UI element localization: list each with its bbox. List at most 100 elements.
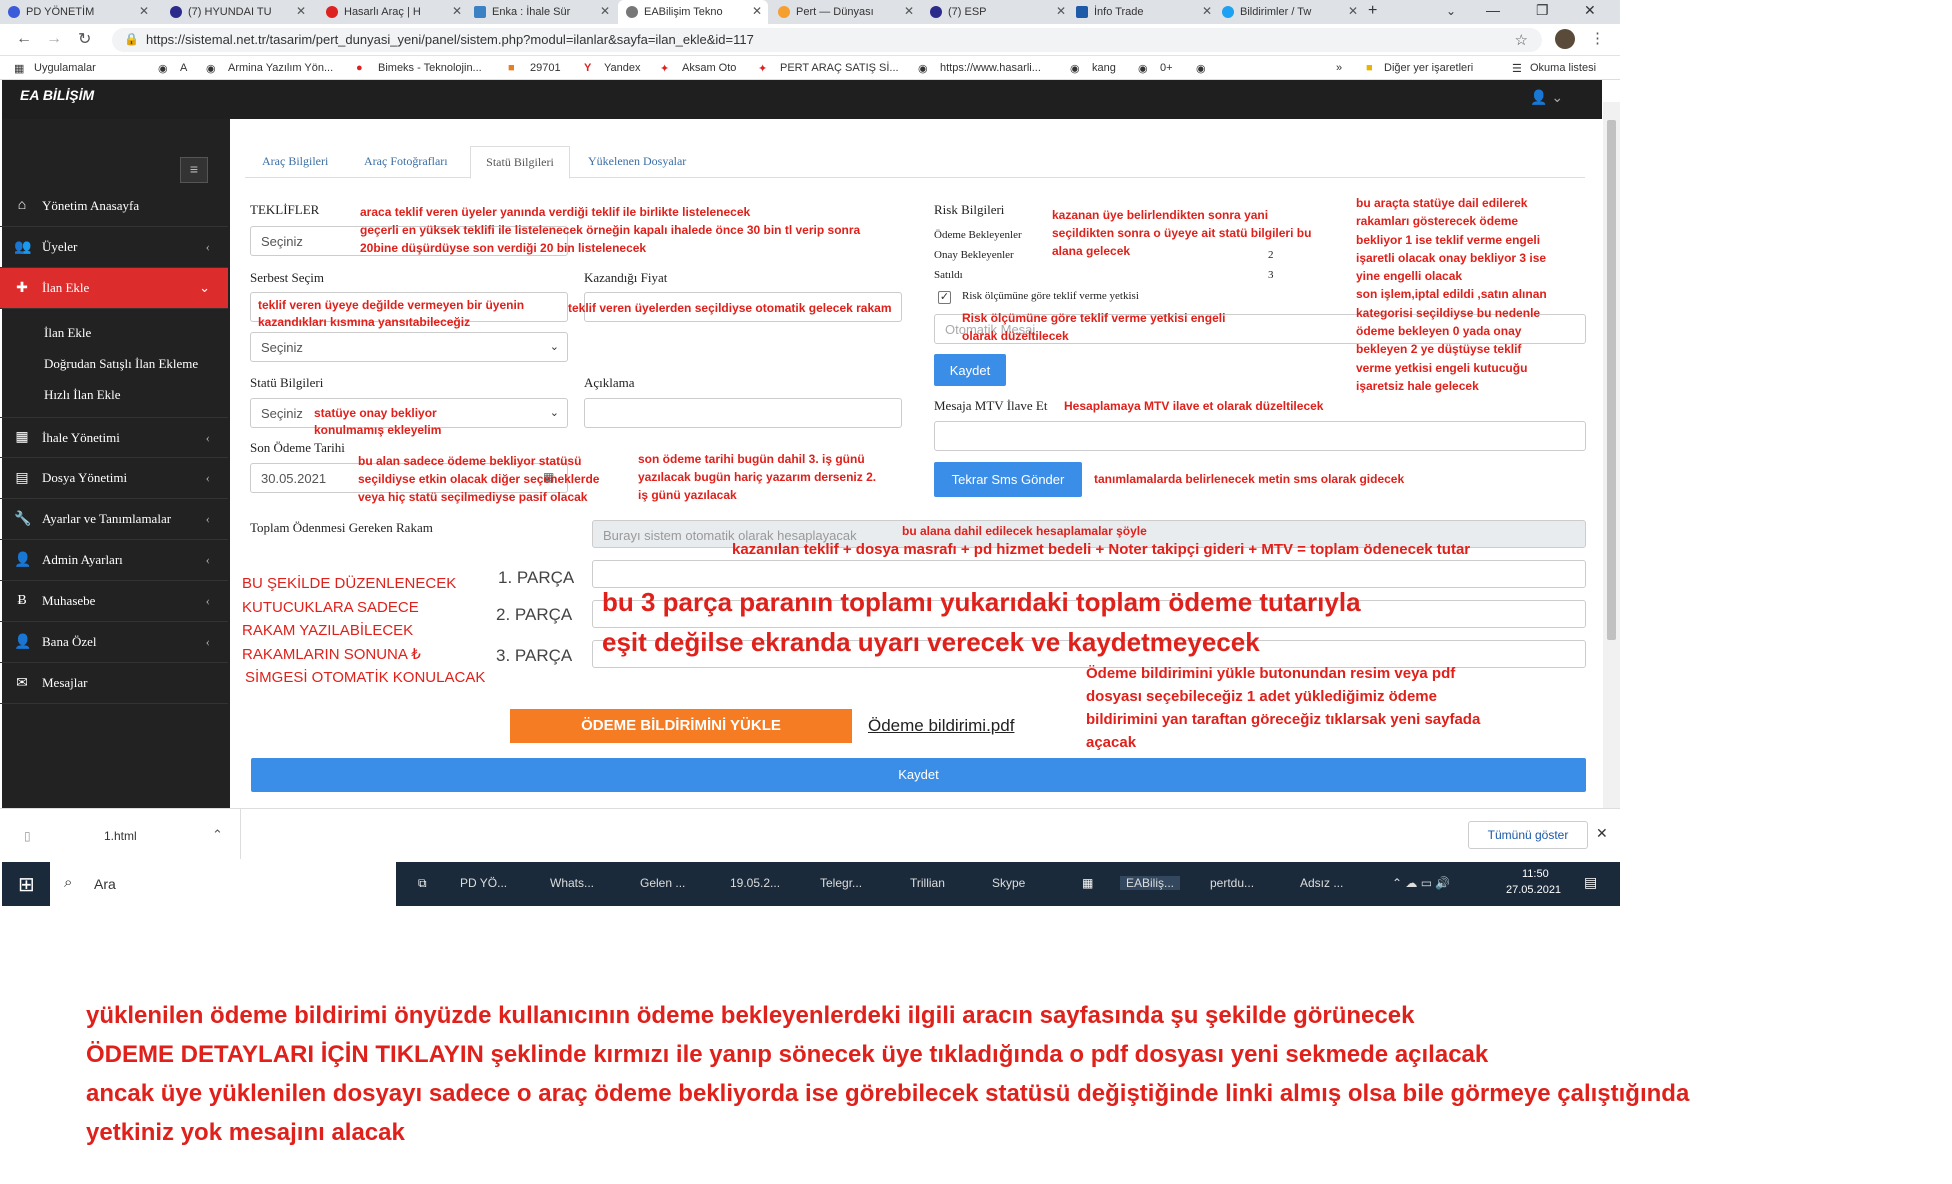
sidebar-item-admin[interactable]: 👤 Admin Ayarları ‹: [0, 540, 228, 581]
sidebar-item-messages[interactable]: ✉ Mesajlar: [0, 663, 228, 704]
taskbar-app[interactable]: Trillian: [910, 876, 945, 890]
bookmark-item[interactable]: Armina Yazılım Yön...: [228, 62, 333, 74]
tab-close-icon[interactable]: ✕: [1348, 4, 1358, 18]
taskbar-app[interactable]: pertdu...: [1210, 876, 1254, 890]
risk-checkbox[interactable]: ✓: [938, 291, 951, 304]
clock-time[interactable]: 11:50: [1522, 868, 1549, 880]
sidebar-subitem-quick-add[interactable]: Hızlı İlan Ekle: [0, 378, 228, 409]
bookmark-item[interactable]: Aksam Oto: [682, 62, 736, 74]
taskbar-app[interactable]: Telegr...: [820, 876, 862, 890]
new-tab-icon[interactable]: +: [1368, 2, 1377, 20]
calculator-icon[interactable]: ▦: [1082, 876, 1093, 890]
tab-close-icon[interactable]: ✕: [1202, 4, 1212, 18]
maximize-icon[interactable]: ❐: [1536, 2, 1549, 19]
url-field[interactable]: 🔒 https://sistemal.net.tr/tasarim/pert_d…: [112, 28, 1542, 52]
browser-tab[interactable]: İnfo Trade ✕: [1068, 0, 1218, 24]
browser-tab[interactable]: (7) ESP ✕: [922, 0, 1072, 24]
save-button[interactable]: Kaydet: [251, 758, 1586, 792]
bookmark-item[interactable]: A: [180, 62, 187, 74]
browser-tab[interactable]: Bildirimler / Tw ✕: [1214, 0, 1364, 24]
bookmark-item[interactable]: 29701: [530, 62, 561, 74]
window-close-icon[interactable]: ✕: [1584, 2, 1596, 19]
tab-search-icon[interactable]: ⌄: [1446, 4, 1456, 18]
browser-tab[interactable]: Enka : İhale Sür ✕: [466, 0, 616, 24]
sidebar-item-files[interactable]: ▤ Dosya Yönetimi ‹: [0, 458, 228, 499]
tab-vehicle-info[interactable]: Araç Bilgileri: [262, 146, 328, 178]
tab-uploaded-files[interactable]: Yükelenen Dosyalar: [588, 146, 686, 178]
taskbar-app[interactable]: Adsız ...: [1300, 876, 1343, 890]
sidebar-item-personal[interactable]: 👤 Bana Özel ‹: [0, 622, 228, 663]
reading-list[interactable]: Okuma listesi: [1530, 62, 1596, 74]
taskbar-app-active[interactable]: EABiliş...: [1120, 876, 1181, 890]
mtv-input[interactable]: [934, 421, 1586, 451]
sidebar-item-auction[interactable]: ▦ İhale Yönetimi ‹: [0, 417, 228, 458]
tab-status-info[interactable]: Statü Bilgileri: [470, 146, 570, 179]
bookmark-item[interactable]: Yandex: [604, 62, 641, 74]
other-bookmarks[interactable]: Diğer yer işaretleri: [1384, 62, 1473, 74]
tab-vehicle-photos[interactable]: Araç Fotoğrafları: [364, 146, 448, 178]
sidebar-subitem-add-listing[interactable]: İlan Ekle: [0, 316, 228, 347]
more-bookmarks-icon[interactable]: »: [1336, 62, 1342, 74]
tray-icons[interactable]: ⌃ ☁ ▭ 🔊: [1392, 876, 1450, 890]
show-all-button[interactable]: Tümünü göster: [1468, 821, 1588, 849]
bookmark-item[interactable]: Bimeks - Teknolojin...: [378, 62, 482, 74]
sidebar-item-settings[interactable]: 🔧 Ayarlar ve Tanımlamalar ‹: [0, 499, 228, 540]
risk-save-button[interactable]: Kaydet: [934, 354, 1006, 386]
bookmark-item[interactable]: PERT ARAÇ SATIŞ Sİ...: [780, 62, 899, 74]
tab-favicon-icon: [626, 6, 638, 18]
browser-tab[interactable]: (7) HYUNDAI TU ✕: [162, 0, 312, 24]
download-file[interactable]: 1.html: [104, 829, 137, 843]
tab-close-icon[interactable]: ✕: [139, 4, 149, 18]
bookmark-item[interactable]: 0+: [1160, 62, 1173, 74]
sidebar-toggle-icon[interactable]: ≡: [180, 157, 208, 183]
browser-tab[interactable]: Hasarlı Araç | H ✕: [318, 0, 468, 24]
bookmark-item[interactable]: https://www.hasarli...: [940, 62, 1041, 74]
tab-close-icon[interactable]: ✕: [904, 4, 914, 18]
taskbar-app[interactable]: Whats...: [550, 876, 594, 890]
taskbar-app[interactable]: PD YÖ...: [460, 876, 507, 890]
tab-close-icon[interactable]: ✕: [600, 4, 610, 18]
bookmark-item[interactable]: kang: [1092, 62, 1116, 74]
profile-avatar[interactable]: [1555, 29, 1575, 49]
chevron-up-icon[interactable]: ⌃: [212, 827, 223, 843]
clock-date[interactable]: 27.05.2021: [1506, 884, 1561, 896]
back-icon[interactable]: ←: [16, 30, 32, 48]
forward-icon[interactable]: →: [46, 30, 62, 48]
user-cog-icon: 👤: [14, 552, 32, 568]
payment-pdf-link[interactable]: Ödeme bildirimi.pdf: [868, 716, 1014, 736]
sidebar-item-add-listing[interactable]: ✚ İlan Ekle ⌄: [0, 268, 228, 309]
app-logo[interactable]: EA BİLİŞİM: [20, 87, 94, 103]
taskbar-app[interactable]: 19.05.2...: [730, 876, 780, 890]
scrollbar-thumb[interactable]: [1607, 120, 1616, 640]
member-select[interactable]: Seçiniz ⌄: [250, 332, 568, 362]
bookmark-star-icon[interactable]: ☆: [1515, 31, 1528, 49]
tab-close-icon[interactable]: ✕: [1056, 4, 1066, 18]
taskbar-app[interactable]: Gelen ...: [640, 876, 685, 890]
apps-grid-icon[interactable]: ▦: [14, 62, 24, 75]
sidebar-subitem-direct-sale[interactable]: Doğrudan Satışlı İlan Ekleme: [0, 347, 228, 378]
browser-tab-active[interactable]: EABilişim Tekno ✕: [618, 0, 768, 24]
browser-tab[interactable]: PD YÖNETİM ✕: [0, 0, 155, 24]
notification-icon[interactable]: ▤: [1584, 874, 1597, 891]
sidebar-item-accounting[interactable]: Ƀ Muhasebe ‹: [0, 581, 228, 622]
tab-close-icon[interactable]: ✕: [752, 4, 762, 18]
tab-close-icon[interactable]: ✕: [452, 4, 462, 18]
resend-sms-button[interactable]: Tekrar Sms Gönder: [934, 462, 1082, 497]
user-menu-icon[interactable]: 👤 ⌄: [1530, 89, 1563, 106]
browser-menu-icon[interactable]: ⋮: [1590, 29, 1605, 47]
upload-payment-button[interactable]: ÖDEME BİLDİRİMİNİ YÜKLE: [510, 709, 852, 743]
taskbar-app[interactable]: Skype: [992, 876, 1025, 890]
page-scrollbar[interactable]: [1603, 102, 1620, 808]
task-view-icon[interactable]: ⧉: [418, 876, 427, 891]
bookmark-item[interactable]: Uygulamalar: [34, 62, 96, 74]
sidebar-item-dashboard[interactable]: ⌂ Yönetim Anasayfa: [0, 186, 228, 227]
minimize-icon[interactable]: —: [1486, 2, 1500, 18]
description-input[interactable]: [584, 398, 902, 428]
taskbar-search[interactable]: ⌕ Ara: [50, 862, 396, 906]
reload-icon[interactable]: ↻: [78, 29, 91, 49]
sidebar-item-members[interactable]: 👥 Üyeler ‹: [0, 227, 228, 268]
close-icon[interactable]: ✕: [1596, 825, 1608, 842]
windows-start-icon[interactable]: ⊞: [18, 872, 35, 897]
tab-close-icon[interactable]: ✕: [296, 4, 306, 18]
browser-tab[interactable]: Pert — Dünyası ✕: [770, 0, 920, 24]
